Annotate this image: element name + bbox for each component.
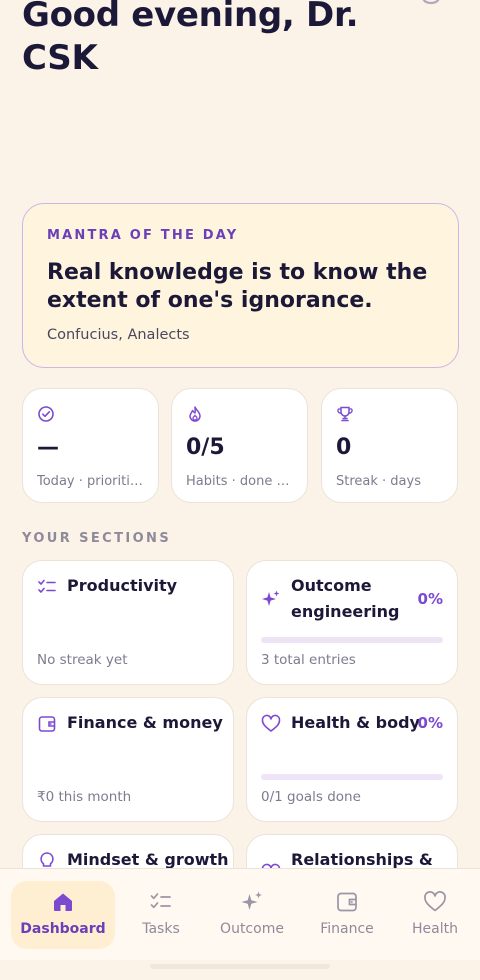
nav-dashboard[interactable]: Dashboard: [11, 881, 115, 949]
flame-icon: [189, 406, 201, 422]
section-title: Health & body: [291, 713, 420, 732]
check-circle-icon: [38, 406, 54, 422]
sections-heading: YOUR SECTIONS: [22, 531, 172, 546]
home-icon: [54, 893, 72, 911]
stat-value: 0/5: [186, 435, 225, 460]
trophy-icon: [337, 406, 353, 422]
mantra-quote: Real knowledge is to know the extent of …: [47, 260, 428, 313]
stat-label: Today · priorities: [37, 474, 144, 489]
stat-value: 0: [336, 435, 352, 460]
tasks-icon: [150, 893, 171, 909]
heart-icon: [261, 714, 281, 732]
nav-tasks[interactable]: Tasks: [109, 881, 213, 949]
stat-label: Habits · done today: [186, 474, 293, 489]
stat-habits[interactable]: 0/5 Habits · done today: [171, 388, 308, 503]
section-progress-bar: [261, 774, 443, 780]
mantra-card: MANTRA OF THE DAY Real knowledge is to k…: [22, 203, 459, 368]
section-card-outcome-engineering[interactable]: Outcome engineering 0% 3 total entries: [246, 560, 458, 685]
stat-label: Streak · days: [336, 474, 421, 489]
section-progress-bar: [261, 637, 443, 643]
section-title: Outcome engineering: [291, 576, 400, 621]
settings-gear-icon[interactable]: [418, 0, 444, 8]
nav-health[interactable]: Health: [383, 881, 480, 949]
bottom-navigation: Dashboard Tasks Outcome Finance Health: [0, 868, 480, 960]
section-title: Finance & money: [67, 713, 223, 732]
wallet-icon: [337, 892, 357, 912]
section-card-health[interactable]: Health & body 0% 0/1 goals done: [246, 697, 458, 822]
home-indicator: [150, 964, 330, 969]
sparkles-icon: [241, 891, 262, 910]
mantra-label: MANTRA OF THE DAY: [47, 228, 239, 243]
section-card-finance[interactable]: Finance & money ₹0 this month: [22, 697, 234, 822]
stat-today-priorities[interactable]: — Today · priorities: [22, 388, 159, 503]
tasks-icon: [38, 579, 56, 593]
sparkles-icon: [262, 590, 280, 606]
section-subtitle: 3 total entries: [261, 652, 356, 668]
heart-icon: [424, 891, 446, 912]
nav-label: Dashboard: [20, 921, 106, 937]
nav-label: Tasks: [142, 921, 180, 937]
section-title: Productivity: [67, 576, 178, 595]
section-percent: 0%: [417, 590, 443, 608]
nav-label: Health: [412, 921, 458, 937]
section-card-productivity[interactable]: Productivity No streak yet: [22, 560, 234, 685]
section-percent: 0%: [417, 714, 443, 732]
stat-streak[interactable]: 0 Streak · days: [321, 388, 458, 503]
greeting-title: Good evening, Dr. CSK: [22, 0, 359, 78]
wallet-icon: [38, 716, 56, 732]
section-subtitle: ₹0 this month: [37, 789, 132, 805]
nav-label: Outcome: [220, 921, 284, 937]
section-subtitle: No streak yet: [37, 652, 128, 668]
nav-outcome[interactable]: Outcome: [200, 881, 304, 949]
stat-value: —: [37, 435, 59, 460]
section-subtitle: 0/1 goals done: [261, 789, 361, 805]
mantra-source: Confucius, Analects: [47, 327, 190, 343]
